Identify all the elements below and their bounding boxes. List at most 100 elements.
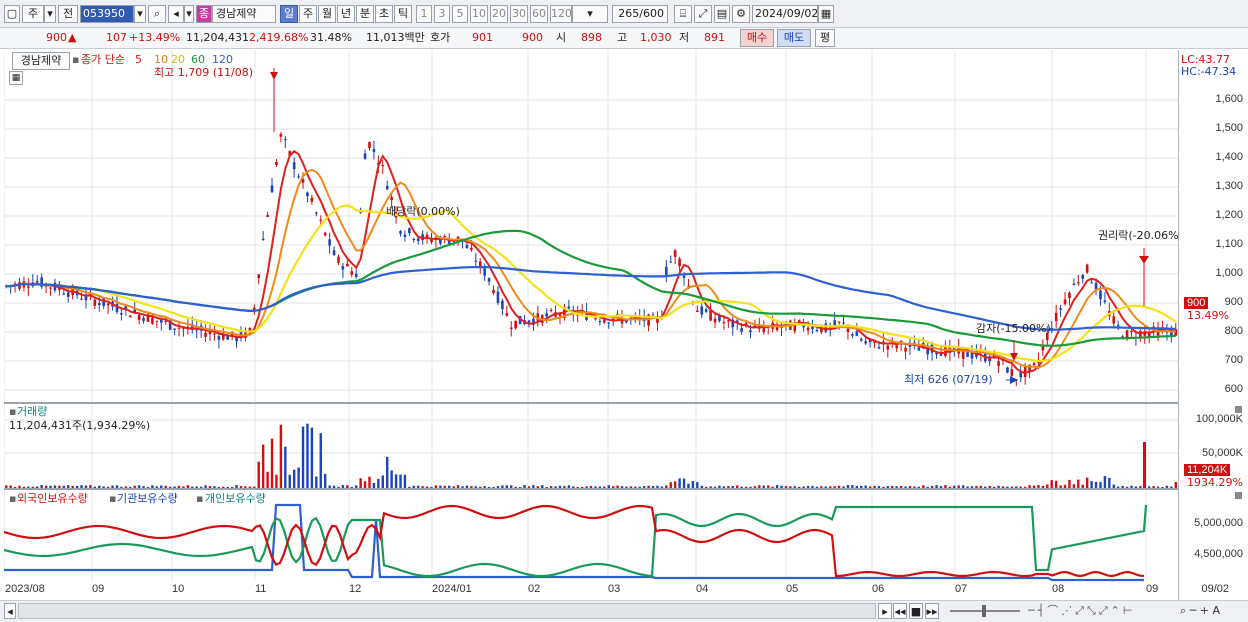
candle-body (505, 313, 509, 316)
ma-label[interactable]: 종가 단순 (81, 53, 125, 67)
rights-marker-arrow (1139, 256, 1149, 264)
zoom-tools-icon[interactable]: ⌕ ─ + A (1180, 604, 1220, 618)
period-main-dropdown[interactable]: 주 (22, 5, 44, 23)
candle-body (284, 139, 287, 141)
period-tab-3[interactable]: 년 (337, 5, 355, 23)
search-icon[interactable]: ⌕ (148, 5, 166, 23)
period-main-label: 주 (27, 7, 39, 20)
stock-name-field[interactable]: 경남제약 (212, 5, 276, 23)
candle-settings-icon[interactable]: ⌸ (674, 5, 692, 23)
interval-button-30[interactable]: 30 (510, 5, 528, 23)
speed-slider-handle[interactable] (982, 605, 986, 617)
volume-bar (381, 475, 384, 488)
price-tick-6: 1,000 (1215, 267, 1243, 279)
volume-bar (1090, 481, 1093, 488)
date-tick-6: 02 (528, 583, 541, 595)
candle-body (408, 228, 411, 234)
compare-button[interactable]: 전 (58, 5, 78, 23)
drawing-tools-icon[interactable]: ─┤⌒⋰⤢⤡⤢⌃⊢ (1028, 604, 1135, 618)
interval-button-3[interactable]: 3 (434, 5, 450, 23)
high-annotation: 최고 1,709 (11/08) (154, 66, 254, 79)
calendar-icon[interactable]: ▦ (818, 5, 834, 23)
legend-inst-holdings[interactable]: 기관보유수량 (117, 492, 178, 506)
candle-body (682, 275, 686, 278)
ma-period-60[interactable]: 60 (191, 53, 205, 67)
candle-body (97, 302, 101, 306)
chevron-down-icon[interactable]: ▾ (44, 5, 56, 23)
volume-panel-close-icon[interactable] (1235, 406, 1242, 413)
ma-period-10[interactable]: 10 (154, 53, 168, 67)
holdings-bullet-inst: ▪ (109, 492, 117, 505)
candle-body (368, 142, 371, 149)
count-field[interactable]: 265/600 (612, 5, 668, 23)
quote-bar: 900 ▲ 107 +13.49% 11,204,431 2,419.68% 3… (0, 28, 1248, 49)
save-icon[interactable]: ▤ (714, 5, 730, 23)
speaker-icon[interactable]: ◂ (168, 5, 184, 23)
price-axis[interactable]: LC:43.77 HC:-47.34 1,600 1,500 1,400 1,300 1… (1178, 50, 1248, 600)
candle-body (492, 289, 495, 294)
stock-label-box[interactable]: 경남제약 (12, 52, 70, 70)
stock-code-input[interactable]: 053950 (80, 5, 134, 23)
holdings-panel-close-icon[interactable] (1235, 492, 1242, 499)
period-tab-2[interactable]: 월 (318, 5, 336, 23)
interval-button-60[interactable]: 60 (530, 5, 548, 23)
volume-bar (1108, 477, 1111, 488)
bottom-toolbar: ◂ ▸ ◂◂ ■ ▸▸ ─┤⌒⋰⤢⤡⤢⌃⊢ ⌕ ─ + A (0, 600, 1248, 622)
hold-tick-4500k: 4,500,000 (1194, 548, 1243, 560)
scroll-left-icon[interactable]: ◂ (4, 603, 16, 619)
count-total: /600 (639, 7, 664, 20)
candle-body (292, 162, 296, 170)
ma-period-120[interactable]: 120 (212, 53, 233, 67)
buy-button[interactable]: 매수 (740, 29, 774, 47)
price-volume-separator[interactable] (4, 402, 1248, 404)
ma-period-20[interactable]: 20 (171, 53, 185, 67)
legend-foreign-holdings[interactable]: 외국인보유수량 (17, 492, 88, 506)
date-field[interactable]: 2024/09/02 (752, 5, 818, 23)
interval-button-1[interactable]: 1 (416, 5, 432, 23)
candle-body (319, 219, 323, 221)
candle-body (855, 331, 859, 336)
horizontal-scrollbar[interactable] (18, 603, 876, 619)
candle-body (665, 266, 668, 276)
period-tab-0[interactable]: 일 (280, 5, 298, 23)
interval-button-5[interactable]: 5 (452, 5, 468, 23)
stop-icon[interactable]: ■ (909, 603, 923, 619)
candle-body (151, 317, 154, 324)
period-tab-4[interactable]: 분 (356, 5, 374, 23)
custom-interval-dropdown[interactable]: ▾ (572, 5, 608, 23)
candle-body (713, 318, 717, 323)
candle-body (700, 306, 704, 315)
volume-bar (363, 481, 367, 488)
volume-bullet: ▪ (9, 405, 17, 418)
volume-holdings-separator[interactable] (4, 488, 1248, 490)
play-back-icon[interactable]: ◂◂ (893, 603, 907, 619)
window-menu-icon[interactable]: ▢ (4, 5, 20, 23)
date-tick-10: 06 (872, 583, 885, 595)
candle-body (354, 273, 358, 277)
period-tab-6[interactable]: 틱 (394, 5, 412, 23)
sell-button[interactable]: 매도 (777, 29, 811, 47)
candle-body (895, 345, 898, 349)
interval-button-10[interactable]: 10 (470, 5, 488, 23)
period-tab-5[interactable]: 초 (375, 5, 393, 23)
table-grid-icon[interactable]: ▦ (9, 71, 23, 85)
interval-button-20[interactable]: 20 (490, 5, 508, 23)
period-tab-1[interactable]: 주 (299, 5, 317, 23)
candle-body (1054, 312, 1058, 322)
eval-button[interactable]: 평 (815, 29, 835, 47)
candle-body (749, 330, 752, 333)
legend-indiv-holdings[interactable]: 개인보유수량 (205, 492, 266, 506)
code-dropdown-icon[interactable]: ▾ (134, 5, 146, 23)
volume-tag: 11,204K (1184, 464, 1231, 476)
speaker-dropdown-icon[interactable]: ▾ (184, 5, 194, 23)
ma-period-5[interactable]: 5 (135, 53, 142, 67)
play-forward-icon[interactable]: ▸▸ (925, 603, 939, 619)
gear-icon[interactable]: ⚙ (732, 5, 750, 23)
scroll-right-icon[interactable]: ▸ (878, 603, 892, 619)
candle-body (346, 263, 349, 267)
low-annotation: 최저 626 (07/19) (904, 373, 993, 386)
trend-tool-icon[interactable]: ⤢ (694, 5, 712, 23)
holdings-bullet-indiv: ▪ (196, 492, 204, 505)
interval-button-120[interactable]: 120 (550, 5, 572, 23)
volume-title[interactable]: 거래량 (17, 405, 47, 419)
